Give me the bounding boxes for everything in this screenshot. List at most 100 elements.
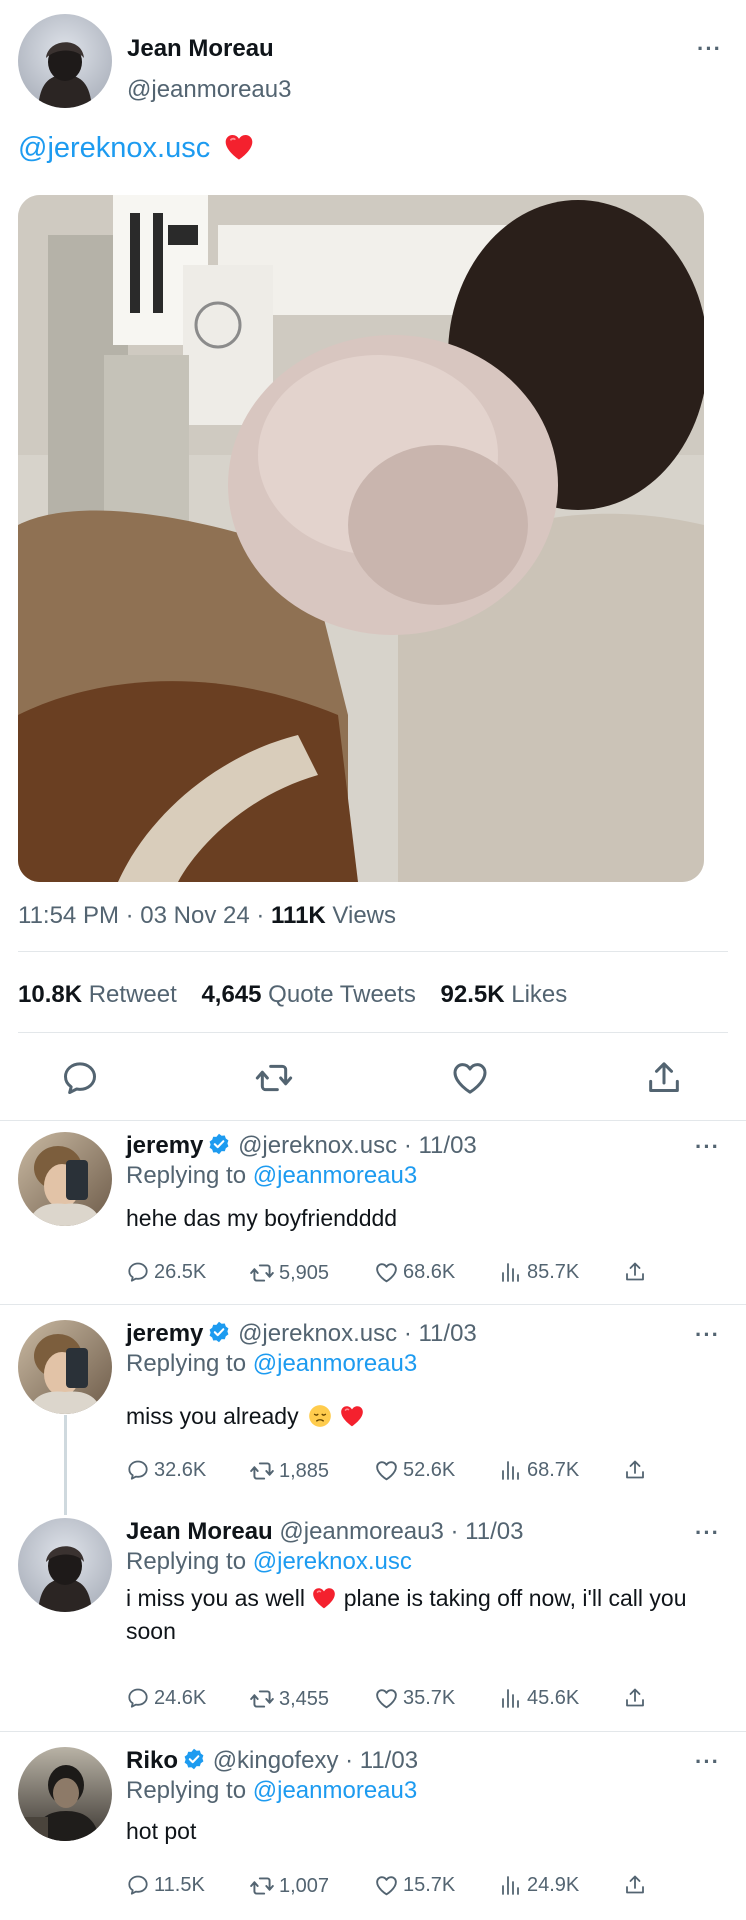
views-button[interactable]: 68.7K <box>499 1458 579 1482</box>
reply-tweet[interactable]: jeremy @jereknox.usc · 11/03 ··· Replyin… <box>0 1132 746 1302</box>
reply-header: jeremy @jereknox.usc · 11/03 <box>126 1132 477 1160</box>
avatar[interactable] <box>18 1747 112 1841</box>
like-button[interactable]: 35.7K <box>374 1686 455 1711</box>
tweet-meta: 11:54 PM · 03 Nov 24 · 111K Views <box>18 902 396 930</box>
replying-to: Replying to @jeanmoreau3 <box>126 1777 417 1805</box>
reply-text: hot pot <box>126 1818 197 1844</box>
retweet-button[interactable]: 1,007 <box>249 1873 329 1899</box>
sad-emoji <box>307 1403 333 1429</box>
author-name[interactable]: jeremy <box>126 1132 203 1159</box>
reply-icon <box>126 1873 150 1897</box>
like-icon <box>374 1260 399 1285</box>
share-button[interactable] <box>623 1260 647 1284</box>
views-icon <box>499 1686 523 1710</box>
replying-to-link[interactable]: @jereknox.usc <box>253 1548 412 1575</box>
author-handle[interactable]: @jeanmoreau3 · 11/03 <box>279 1518 523 1545</box>
more-icon[interactable]: ··· <box>695 1751 720 1773</box>
likes-label[interactable]: Likes <box>511 981 567 1008</box>
like-button[interactable]: 68.6K <box>374 1260 455 1285</box>
reply-button[interactable]: 32.6K <box>126 1458 206 1482</box>
retweet-button[interactable]: 3,455 <box>249 1686 329 1712</box>
avatar-image <box>18 14 112 108</box>
avatar[interactable] <box>18 1320 112 1414</box>
views-button[interactable]: 45.6K <box>499 1686 579 1710</box>
share-button[interactable] <box>623 1458 647 1482</box>
reply-actions: 26.5K 5,905 68.6K 85.7K <box>126 1260 706 1292</box>
like-icon[interactable] <box>450 1058 490 1098</box>
retweet-count: 3,455 <box>279 1687 330 1710</box>
like-count: 35.7K <box>403 1687 456 1709</box>
replying-to: Replying to @jereknox.usc <box>126 1548 412 1576</box>
tweet-photo[interactable] <box>18 195 704 882</box>
avatar[interactable] <box>18 1132 112 1226</box>
tweet-time[interactable]: 11:54 PM · 03 Nov 24 · <box>18 902 271 929</box>
author-handle[interactable]: @kingofexy · 11/03 <box>213 1747 418 1774</box>
retweet-icon <box>249 1260 275 1286</box>
retweets-count[interactable]: 10.8K <box>18 981 82 1008</box>
views-count: 68.7K <box>527 1458 580 1481</box>
verified-icon <box>182 1747 206 1771</box>
reply-header: jeremy @jereknox.usc · 11/03 <box>126 1320 477 1348</box>
reply-tweet[interactable]: jeremy @jereknox.usc · 11/03 ··· Replyin… <box>0 1320 746 1490</box>
replying-to-link[interactable]: @jeanmoreau3 <box>253 1162 417 1189</box>
quotes-count[interactable]: 4,645 <box>201 981 261 1008</box>
retweet-button[interactable]: 5,905 <box>249 1260 329 1286</box>
avatar[interactable] <box>18 1518 112 1612</box>
avatar[interactable] <box>18 14 112 108</box>
likes-count[interactable]: 92.5K <box>441 981 505 1008</box>
reply-actions: 11.5K 1,007 15.7K 24.9K <box>126 1873 706 1905</box>
share-icon <box>623 1686 647 1710</box>
reply-actions: 32.6K 1,885 52.6K 68.7K <box>126 1458 706 1490</box>
quotes-label[interactable]: Quote Tweets <box>268 981 416 1008</box>
reply-tweet[interactable]: Jean Moreau @jeanmoreau3 · 11/03 ··· Rep… <box>0 1518 746 1710</box>
replying-to-link[interactable]: @jeanmoreau3 <box>253 1350 417 1377</box>
like-count: 68.6K <box>403 1261 456 1283</box>
like-button[interactable]: 52.6K <box>374 1458 455 1483</box>
replying-to-link[interactable]: @jeanmoreau3 <box>253 1777 417 1804</box>
reply-actions: 24.6K 3,455 35.7K 45.6K <box>126 1686 706 1718</box>
reply-text-content: miss you already <box>126 1403 299 1429</box>
heart-emoji <box>311 1585 337 1611</box>
retweet-button[interactable]: 1,885 <box>249 1458 329 1484</box>
reply-count: 24.6K <box>154 1686 207 1709</box>
retweets-label[interactable]: Retweet <box>89 981 177 1008</box>
more-icon[interactable]: ··· <box>697 38 722 60</box>
avatar-image <box>18 1518 112 1612</box>
author-name[interactable]: Riko <box>126 1747 178 1774</box>
divider <box>0 1304 746 1305</box>
views-count: 111K <box>271 902 326 929</box>
reply-tweet[interactable]: Riko @kingofexy · 11/03 ··· Replying to … <box>0 1747 746 1917</box>
author-handle[interactable]: @jeanmoreau3 <box>127 76 291 104</box>
author-name[interactable]: Jean Moreau <box>127 35 274 63</box>
share-button[interactable] <box>623 1873 647 1897</box>
retweet-count: 1,007 <box>279 1874 330 1897</box>
share-icon[interactable] <box>644 1058 684 1098</box>
share-icon <box>623 1458 647 1482</box>
more-icon[interactable]: ··· <box>695 1324 720 1346</box>
mention-link[interactable]: @jereknox.usc <box>18 132 210 164</box>
views-label: Views <box>325 902 397 929</box>
photo-image <box>18 195 704 882</box>
more-icon[interactable]: ··· <box>695 1522 720 1544</box>
reply-icon[interactable] <box>60 1058 100 1098</box>
retweet-icon[interactable] <box>254 1058 294 1098</box>
reply-icon <box>126 1260 150 1284</box>
retweet-icon <box>249 1458 275 1484</box>
like-icon <box>374 1458 399 1483</box>
author-handle[interactable]: @jereknox.usc · 11/03 <box>238 1132 477 1159</box>
author-name[interactable]: jeremy <box>126 1320 203 1347</box>
reply-header: Riko @kingofexy · 11/03 <box>126 1747 418 1775</box>
reply-button[interactable]: 11.5K <box>126 1873 205 1897</box>
like-count: 15.7K <box>403 1874 456 1896</box>
share-button[interactable] <box>623 1686 647 1710</box>
views-button[interactable]: 24.9K <box>499 1873 579 1897</box>
reply-button[interactable]: 26.5K <box>126 1260 206 1284</box>
more-icon[interactable]: ··· <box>695 1136 720 1158</box>
avatar-image <box>18 1320 112 1414</box>
author-handle[interactable]: @jereknox.usc · 11/03 <box>238 1320 477 1347</box>
views-button[interactable]: 85.7K <box>499 1260 579 1284</box>
author-name[interactable]: Jean Moreau <box>126 1518 273 1545</box>
like-button[interactable]: 15.7K <box>374 1873 455 1898</box>
reply-button[interactable]: 24.6K <box>126 1686 206 1710</box>
divider <box>18 1032 728 1033</box>
